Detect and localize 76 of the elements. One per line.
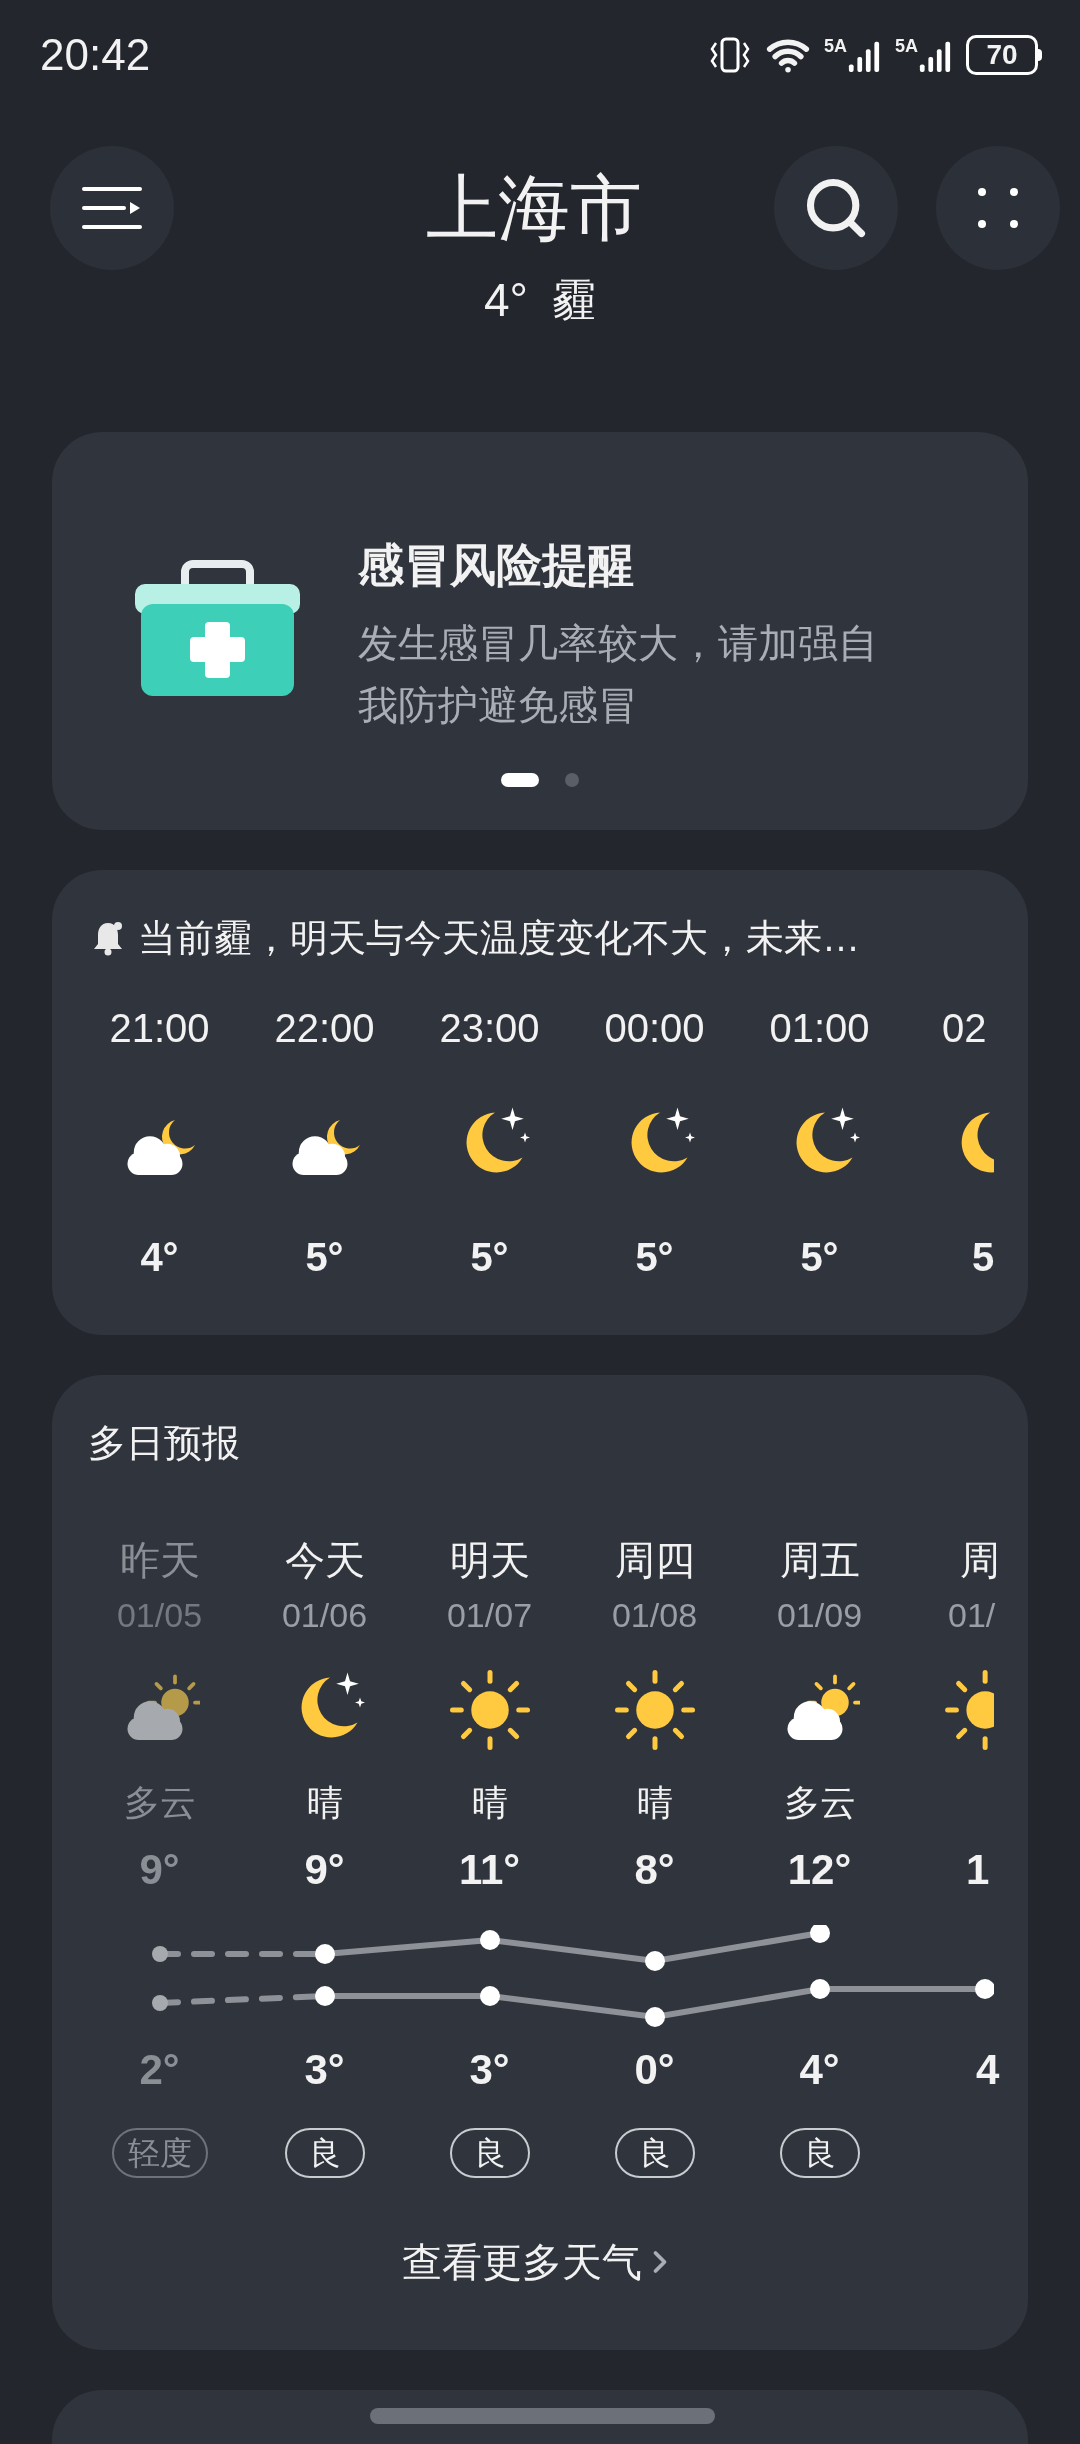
hour-temperature: 5 xyxy=(972,1234,995,1281)
day-date: 01/05 xyxy=(116,1595,203,1636)
network-label: 5A xyxy=(895,37,918,55)
high-temperature: 9° xyxy=(304,1845,345,1895)
hour-temperature: 4° xyxy=(140,1234,179,1281)
temperature-point xyxy=(152,1995,168,2011)
day-condition: 晴 xyxy=(306,1781,343,1825)
high-temperature: 12° xyxy=(787,1845,852,1895)
low-temperature: 2° xyxy=(139,2045,180,2095)
hour-time: 22:00 xyxy=(274,1005,375,1052)
day-label: 周四 xyxy=(614,1537,695,1584)
temperature-point xyxy=(480,1986,500,2006)
current-condition: 霾 xyxy=(552,278,596,322)
day-label: 今天 xyxy=(284,1537,365,1584)
hour-time: 02 xyxy=(942,1005,987,1052)
day-label: 明天 xyxy=(449,1537,530,1584)
page-indicator[interactable] xyxy=(501,773,539,787)
day-date: 01/08 xyxy=(611,1595,698,1636)
low-temperature: 4° xyxy=(799,2045,840,2095)
low-temperature: 3° xyxy=(469,2045,510,2095)
alert-card[interactable]: 感冒风险提醒 发生感冒几率较大，请加强自我防护避免感冒 xyxy=(52,432,1028,830)
daily-forecast-title: 多日预报 xyxy=(87,1421,241,1466)
sun-icon xyxy=(449,1670,530,1750)
hour-temperature: 5° xyxy=(470,1234,509,1281)
day-condition: 多云 xyxy=(783,1781,856,1825)
sun-icon xyxy=(614,1670,695,1750)
alert-text: 发生感冒几率较大，请加强自我防护避免感冒 xyxy=(358,620,879,729)
day-date: 01/09 xyxy=(776,1595,863,1636)
temperature-point xyxy=(315,1986,335,2006)
high-temperature: 1 xyxy=(966,1845,990,1895)
day-condition: 晴 xyxy=(471,1781,508,1825)
temperature-point xyxy=(810,1979,830,1999)
day-label: 昨天 xyxy=(119,1537,200,1584)
day-label: 周 xyxy=(960,1537,1000,1584)
city-name: 上海市 xyxy=(426,172,642,244)
high-temperature: 11° xyxy=(458,1845,521,1895)
bell-icon xyxy=(92,920,124,956)
network-label: 5A xyxy=(823,37,847,55)
battery-indicator: 70 xyxy=(966,35,1038,75)
hour-temperature: 5° xyxy=(800,1234,839,1281)
hour-time: 21:00 xyxy=(109,1005,210,1052)
sun-icon xyxy=(945,1670,994,1750)
temperature-point xyxy=(645,2007,665,2027)
high-temperature: 8° xyxy=(634,1845,675,1895)
day-date: 01/06 xyxy=(281,1595,368,1636)
day-date: 01/ xyxy=(948,1595,996,1636)
weather-summary: 当前霾，明天与今天温度变化不大，未来… xyxy=(138,916,860,961)
temperature-point xyxy=(152,1946,168,1962)
hour-time: 23:00 xyxy=(439,1005,540,1052)
day-label: 周五 xyxy=(779,1537,860,1584)
status-time: 20:42 xyxy=(40,33,151,77)
hour-temperature: 5° xyxy=(305,1234,344,1281)
temperature-point xyxy=(645,1951,665,1971)
hour-time: 01:00 xyxy=(769,1005,870,1052)
temperature-point xyxy=(315,1944,335,1964)
more-weather-link[interactable]: 查看更多天气 xyxy=(402,2237,678,2287)
air-quality-badge: 良 xyxy=(449,2128,530,2178)
low-temperature: 4 xyxy=(976,2045,1000,2095)
air-quality-badge: 良 xyxy=(284,2128,365,2178)
low-temperature: 0° xyxy=(634,2045,675,2095)
current-temperature: 4° xyxy=(484,277,528,323)
day-date: 01/07 xyxy=(446,1595,533,1636)
day-condition: 多云 xyxy=(123,1781,196,1825)
air-quality-badge: 轻度 xyxy=(111,2128,208,2178)
dots-grid-icon xyxy=(978,188,1018,228)
temperature-point xyxy=(810,1925,830,1943)
air-quality-badge: 良 xyxy=(614,2128,695,2178)
hour-temperature: 5° xyxy=(635,1234,674,1281)
air-quality-badge: 良 xyxy=(779,2128,860,2178)
hour-time: 00:00 xyxy=(604,1005,705,1052)
temperature-point xyxy=(480,1930,500,1950)
high-temperature: 9° xyxy=(139,1845,180,1895)
day-condition: 晴 xyxy=(636,1781,673,1825)
low-temperature: 3° xyxy=(304,2045,345,2095)
alert-title: 感冒风险提醒 xyxy=(358,538,635,593)
temperature-point xyxy=(975,1979,994,1999)
